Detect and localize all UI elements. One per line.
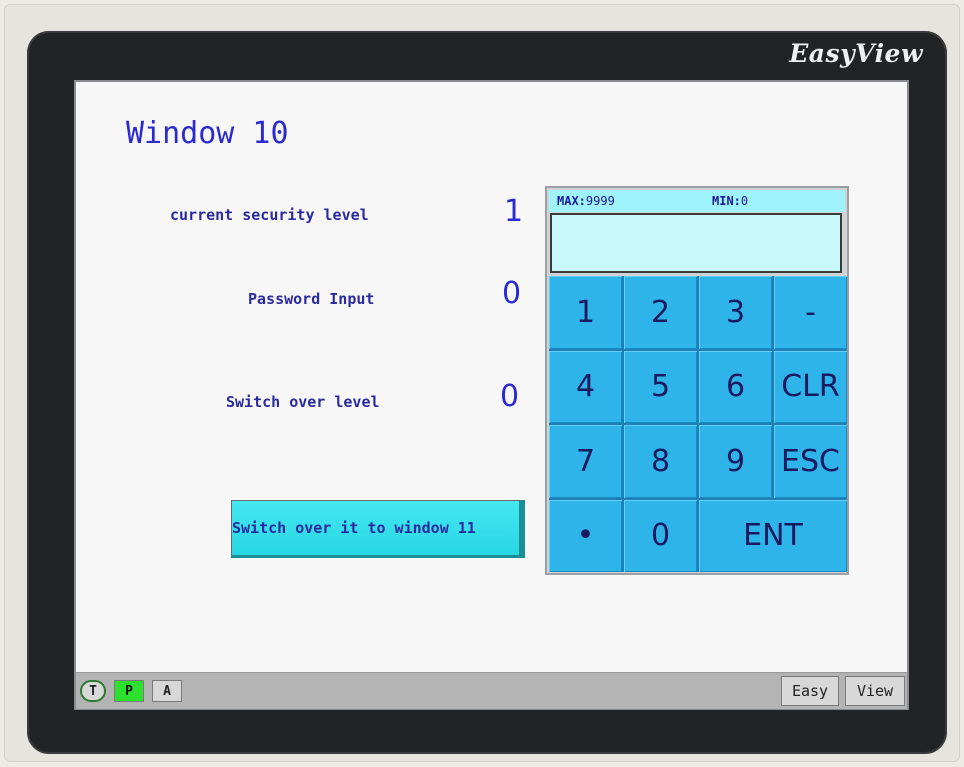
status-t-button[interactable]: T bbox=[80, 680, 106, 702]
password-input-field[interactable]: 0 bbox=[502, 276, 521, 311]
key-3[interactable]: 3 bbox=[699, 276, 772, 349]
key-escape[interactable]: ESC bbox=[774, 425, 847, 498]
password-input-label: Password Input bbox=[248, 290, 375, 308]
switch-window-button[interactable]: Switch over it to window 11 bbox=[231, 500, 525, 558]
key-0[interactable]: 0 bbox=[624, 499, 697, 572]
switch-over-level-label: Switch over level bbox=[226, 393, 380, 411]
numeric-keypad: MAX:9999 MIN:0 1 2 3 - 4 5 6 CLR 7 8 9 E… bbox=[545, 186, 849, 575]
hmi-bezel: EasyView Window 10 current security leve… bbox=[27, 31, 947, 754]
view-button[interactable]: View bbox=[845, 676, 905, 706]
key-clear[interactable]: CLR bbox=[774, 350, 847, 423]
key-8[interactable]: 8 bbox=[624, 425, 697, 498]
security-level-label: current security level bbox=[170, 206, 369, 224]
key-5[interactable]: 5 bbox=[624, 350, 697, 423]
window-title: Window 10 bbox=[126, 116, 289, 151]
key-1[interactable]: 1 bbox=[549, 276, 622, 349]
key-4[interactable]: 4 bbox=[549, 350, 622, 423]
keypad-min: MIN:0 bbox=[712, 194, 749, 208]
security-level-value: 1 bbox=[504, 194, 524, 229]
easy-button[interactable]: Easy bbox=[781, 676, 839, 706]
status-a-button[interactable]: A bbox=[152, 680, 182, 702]
key-decimal-point[interactable]: • bbox=[549, 499, 622, 572]
key-2[interactable]: 2 bbox=[624, 276, 697, 349]
hmi-screen: Window 10 current security level 1 Passw… bbox=[74, 80, 909, 710]
key-6[interactable]: 6 bbox=[699, 350, 772, 423]
keypad-max: MAX:9999 bbox=[557, 194, 615, 208]
brand-logo: EasyView bbox=[789, 39, 923, 68]
status-p-button[interactable]: P bbox=[114, 680, 144, 702]
keypad-range-header: MAX:9999 MIN:0 bbox=[549, 190, 845, 212]
status-bar: T P A Easy View bbox=[76, 672, 907, 709]
keypad-keys: 1 2 3 - 4 5 6 CLR 7 8 9 ESC • 0 ENT bbox=[549, 276, 847, 572]
keypad-display bbox=[550, 213, 842, 273]
key-enter[interactable]: ENT bbox=[699, 499, 847, 572]
key-9[interactable]: 9 bbox=[699, 425, 772, 498]
key-7[interactable]: 7 bbox=[549, 425, 622, 498]
key-minus[interactable]: - bbox=[774, 276, 847, 349]
switch-over-level-field[interactable]: 0 bbox=[500, 379, 519, 414]
